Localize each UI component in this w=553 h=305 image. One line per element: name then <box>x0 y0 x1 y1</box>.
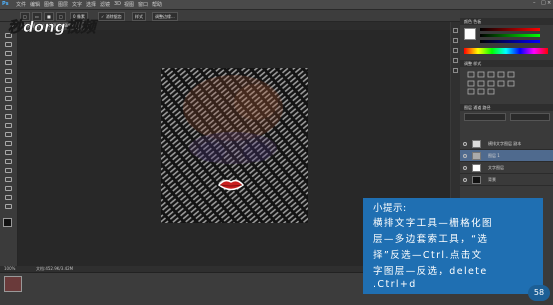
blue-slider[interactable] <box>480 40 540 43</box>
menu-bar: Ps 文件 编辑 图像 图层 文字 选择 滤镜 3D 视图 窗口 帮助 – □ … <box>0 0 553 10</box>
menu-layer[interactable]: 图层 <box>58 1 68 8</box>
properties-icon[interactable] <box>453 48 458 53</box>
zoom-tool-icon[interactable] <box>4 203 13 210</box>
menu-select[interactable]: 选择 <box>86 1 96 8</box>
progress-counter-badge: 58 <box>528 285 550 301</box>
menu-type[interactable]: 文字 <box>72 1 82 8</box>
blur-tool-icon[interactable] <box>4 140 13 147</box>
close-icon[interactable]: × <box>547 0 551 6</box>
history-brush-tool-icon[interactable] <box>4 113 13 120</box>
healing-tool-icon[interactable] <box>4 86 13 93</box>
layer-name: 横排文字图层 副本 <box>488 141 522 146</box>
dodge-tool-icon[interactable] <box>4 149 13 156</box>
tip-line: .Ctrl+d <box>373 279 417 290</box>
tip-title: 小提示: <box>373 203 407 214</box>
layer-thumbnail <box>472 176 481 184</box>
path-select-tool-icon[interactable] <box>4 176 13 183</box>
minimize-icon[interactable]: – <box>533 0 536 6</box>
style-select[interactable]: 样式 <box>132 12 146 21</box>
paragraph-icon[interactable] <box>453 68 458 73</box>
menu-edit[interactable]: 编辑 <box>30 1 40 8</box>
layer-name: 背景 <box>488 177 496 182</box>
tip-line: 择”反选—Ctrl.点击文 <box>373 250 483 261</box>
shape-tool-icon[interactable] <box>4 185 13 192</box>
eraser-tool-icon[interactable] <box>4 122 13 129</box>
pen-tool-icon[interactable] <box>4 158 13 165</box>
opacity-field[interactable] <box>510 113 550 121</box>
hand-tool-icon[interactable] <box>4 194 13 201</box>
refine-edge-button[interactable]: 调整边缘... <box>152 12 178 21</box>
frame-thumbnail[interactable] <box>4 276 22 292</box>
layer-name: 图层 1 <box>488 153 500 158</box>
color-spectrum[interactable] <box>464 48 548 54</box>
svg-text:秒dong视频: 秒dong视频 <box>8 18 98 36</box>
tip-line: 层—多边套索工具，“选 <box>373 234 489 245</box>
visibility-eye-icon[interactable] <box>463 178 467 182</box>
menu-help[interactable]: 帮助 <box>152 1 162 8</box>
character-icon[interactable] <box>453 58 458 63</box>
menu-file[interactable]: 文件 <box>16 1 26 8</box>
menu-window[interactable]: 窗口 <box>138 1 148 8</box>
tip-line: 横排文字工具—栅格化图 <box>373 218 493 229</box>
marquee-tool-icon[interactable] <box>4 41 13 48</box>
foreground-color-swatch[interactable] <box>3 218 12 227</box>
tip-line: 字图层—反选，delete <box>373 266 488 277</box>
artwork-image <box>161 68 308 223</box>
layer-thumbnail <box>472 164 481 172</box>
adjustments-grid <box>466 70 546 96</box>
layer-row-selected[interactable]: 图层 1 <box>460 150 553 162</box>
layer-row[interactable]: 横排文字图层 副本 <box>460 138 553 150</box>
color-panel-header[interactable]: 颜色 色板 <box>460 18 553 25</box>
layer-row[interactable]: 背景 <box>460 174 553 186</box>
fg-color-preview[interactable] <box>464 28 476 40</box>
gradient-tool-icon[interactable] <box>4 131 13 138</box>
visibility-eye-icon[interactable] <box>463 142 467 146</box>
layer-row[interactable]: 文字图层 <box>460 162 553 174</box>
crop-tool-icon[interactable] <box>4 68 13 75</box>
document-canvas[interactable] <box>161 68 308 223</box>
visibility-eye-icon[interactable] <box>463 166 467 170</box>
tip-box: 小提示: 横排文字工具—栅格化图 层—多边套索工具，“选 择”反选—Ctrl.点… <box>363 198 543 294</box>
layer-thumbnail <box>472 152 481 160</box>
layers-panel-header[interactable]: 图层 通道 路径 <box>460 104 553 111</box>
menu-image[interactable]: 图像 <box>44 1 54 8</box>
history-icon[interactable] <box>453 28 458 33</box>
visibility-eye-icon[interactable] <box>463 154 467 158</box>
blend-mode-select[interactable] <box>464 113 506 121</box>
actions-icon[interactable] <box>453 38 458 43</box>
maximize-icon[interactable]: □ <box>541 0 546 6</box>
quick-select-tool-icon[interactable] <box>4 59 13 66</box>
lasso-tool-icon[interactable] <box>4 50 13 57</box>
menu-3d[interactable]: 3D <box>114 1 121 7</box>
type-tool-icon[interactable] <box>4 167 13 174</box>
tools-panel <box>0 22 18 292</box>
eyedropper-tool-icon[interactable] <box>4 77 13 84</box>
red-slider[interactable] <box>480 28 540 31</box>
green-slider[interactable] <box>480 34 540 37</box>
watermark-logo: 秒dong视频 <box>6 14 106 38</box>
menu-filter[interactable]: 滤镜 <box>100 1 110 8</box>
app-logo: Ps <box>2 1 9 7</box>
adjustments-panel-header[interactable]: 调整 样式 <box>460 60 553 67</box>
brush-tool-icon[interactable] <box>4 95 13 102</box>
layer-thumbnail <box>472 140 481 148</box>
stamp-tool-icon[interactable] <box>4 104 13 111</box>
menu-view[interactable]: 视图 <box>124 1 134 8</box>
layer-name: 文字图层 <box>488 165 504 170</box>
